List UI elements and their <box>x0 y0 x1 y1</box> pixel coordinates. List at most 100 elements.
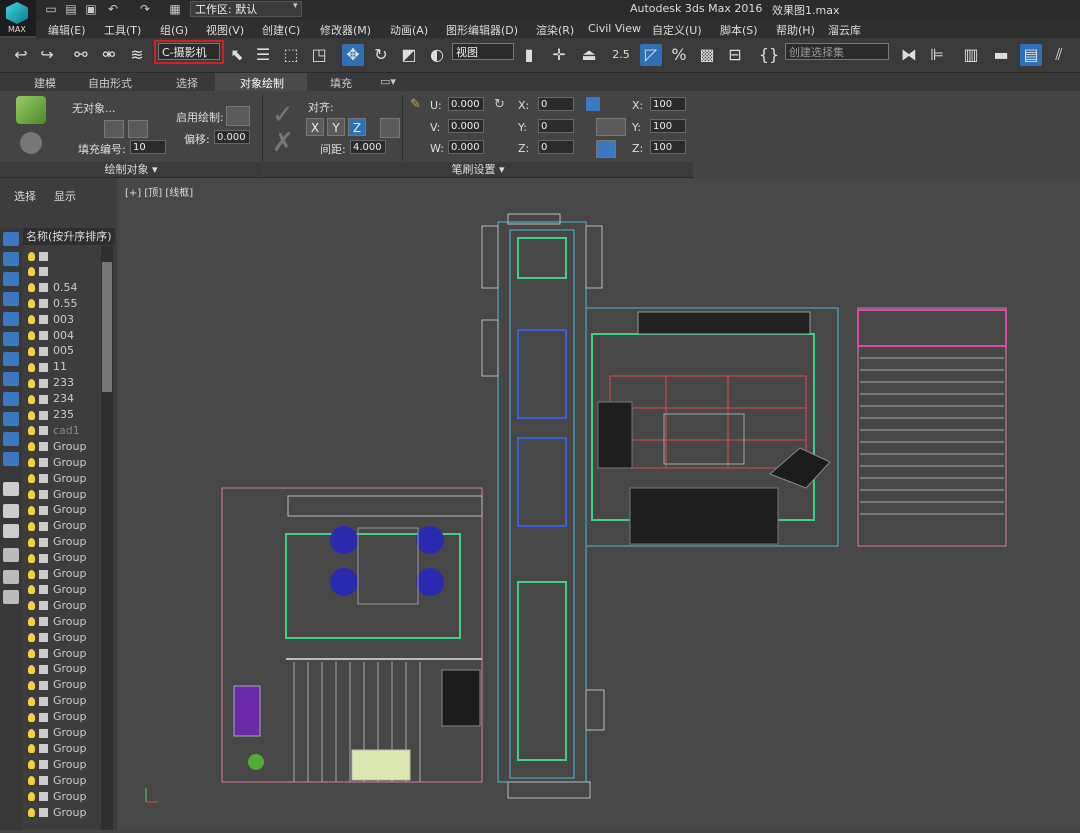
list-item[interactable]: Group <box>28 646 87 662</box>
visibility-bulb-icon[interactable] <box>28 410 35 420</box>
fill-number-field[interactable]: 10 <box>130 140 166 154</box>
visibility-bulb-icon[interactable] <box>28 362 35 372</box>
list-item[interactable]: 004 <box>28 328 74 344</box>
display-xrefs-icon[interactable] <box>3 372 19 386</box>
list-item[interactable]: Group <box>28 502 87 518</box>
menu-modifiers[interactable]: 修改器(M) <box>320 22 371 38</box>
menu-rendering[interactable]: 渲染(R) <box>536 22 574 38</box>
invert-display-icon[interactable] <box>3 524 19 538</box>
checkmark-icon[interactable]: ✓ <box>272 100 294 130</box>
list-item[interactable]: Group <box>28 487 87 503</box>
list-item[interactable] <box>28 248 53 264</box>
list-item[interactable]: 003 <box>28 312 74 328</box>
select-manipulate-icon[interactable]: ✛ <box>548 44 570 66</box>
select-object-icon[interactable]: ⬉ <box>226 44 248 66</box>
edit-named-selection-icon[interactable]: ⊟ <box>724 44 746 66</box>
list-item[interactable]: Group <box>28 661 87 677</box>
display-shapes-icon[interactable] <box>3 252 19 266</box>
list-item[interactable]: Group <box>28 614 87 630</box>
undo-icon[interactable]: ↩ <box>10 44 32 66</box>
visibility-bulb-icon[interactable] <box>28 426 35 436</box>
scale-mode-dropdown[interactable] <box>596 118 626 136</box>
menu-edit[interactable]: 编辑(E) <box>48 22 86 38</box>
list-item[interactable]: 0.55 <box>28 296 78 312</box>
object-list-icon[interactable] <box>128 120 148 138</box>
tab-modeling[interactable]: 建模 <box>34 75 56 91</box>
offset-field[interactable]: 0.000 <box>214 130 250 144</box>
scrollbar-thumb[interactable] <box>102 262 112 392</box>
menu-graph-editors[interactable]: 图形编辑器(D) <box>446 22 518 38</box>
list-item[interactable]: Group <box>28 455 87 471</box>
visibility-bulb-icon[interactable] <box>28 346 35 356</box>
redo-icon[interactable]: ↪ <box>36 44 58 66</box>
tab-object-paint[interactable]: 对象绘制 <box>240 75 284 91</box>
visibility-bulb-icon[interactable] <box>28 251 35 261</box>
paint-objects-group-label[interactable]: 绘制对象 ▾ <box>0 162 262 177</box>
visibility-bulb-icon[interactable] <box>28 505 35 515</box>
visibility-bulb-icon[interactable] <box>28 378 35 388</box>
percent-snap-icon[interactable]: % <box>668 44 690 66</box>
tab-populate[interactable]: 填充 <box>330 75 352 91</box>
tab-display[interactable]: 显示 <box>54 188 76 204</box>
visibility-bulb-icon[interactable] <box>28 537 35 547</box>
list-item[interactable]: Group <box>28 630 87 646</box>
cancel-x-icon[interactable]: ✗ <box>272 128 294 158</box>
paint-objects-icon[interactable] <box>20 132 42 154</box>
placement-icon[interactable]: ◐ <box>426 44 448 66</box>
tab-freeform[interactable]: 自由形式 <box>88 75 132 91</box>
list-item[interactable]: Group <box>28 741 87 757</box>
top-viewport[interactable] <box>118 178 1080 830</box>
save-icon[interactable]: ▣ <box>84 2 98 16</box>
list-item[interactable]: Group <box>28 773 87 789</box>
visibility-bulb-icon[interactable] <box>28 776 35 786</box>
visibility-bulb-icon[interactable] <box>28 585 35 595</box>
list-item[interactable]: Group <box>28 598 87 614</box>
redo-icon[interactable]: ↷ <box>138 2 152 16</box>
name-column-header[interactable]: 名称(按升序排序) <box>23 228 115 245</box>
visibility-bulb-icon[interactable] <box>28 458 35 468</box>
list-item[interactable]: Group <box>28 518 87 534</box>
display-cameras-icon[interactable] <box>3 292 19 306</box>
select-and-move-icon[interactable]: ✥ <box>342 44 364 66</box>
display-containers-icon[interactable] <box>3 412 19 426</box>
layer-manager-icon[interactable]: ▥ <box>960 44 982 66</box>
axis-y-button[interactable]: Y <box>327 118 345 136</box>
align-icon[interactable]: ⊫ <box>926 44 948 66</box>
spacing-field[interactable]: 4.000 <box>350 140 386 154</box>
visibility-bulb-icon[interactable] <box>28 283 35 293</box>
select-and-rotate-icon[interactable]: ↻ <box>370 44 392 66</box>
hierarchy-icon[interactable] <box>3 570 19 584</box>
list-item[interactable]: cad1 <box>28 423 80 439</box>
pivot-center-icon[interactable]: ▮ <box>518 44 540 66</box>
list-item[interactable]: 0.54 <box>28 280 78 296</box>
menu-group[interactable]: 组(G) <box>160 22 188 38</box>
rotate-y-field[interactable]: 0 <box>538 119 574 133</box>
viewport-label[interactable]: [+] [顶] [线框] <box>125 184 193 199</box>
visibility-bulb-icon[interactable] <box>28 712 35 722</box>
display-frozen-icon[interactable] <box>3 432 19 446</box>
visibility-bulb-icon[interactable] <box>28 553 35 563</box>
menu-help[interactable]: 帮助(H) <box>776 22 815 38</box>
menu-liuyun-library[interactable]: 溜云库 <box>828 22 861 38</box>
scale-z-field[interactable]: 100 <box>650 140 686 154</box>
menu-civil-view[interactable]: Civil View <box>588 22 641 35</box>
visibility-bulb-icon[interactable] <box>28 474 35 484</box>
layer-sort-icon[interactable] <box>3 590 19 604</box>
abc-selection-icon[interactable]: {} <box>758 44 780 66</box>
visibility-bulb-icon[interactable] <box>28 521 35 531</box>
list-item[interactable]: Group <box>28 566 87 582</box>
visibility-bulb-icon[interactable] <box>28 760 35 770</box>
menu-views[interactable]: 视图(V) <box>206 22 244 38</box>
rotate-z-field[interactable]: 0 <box>538 140 574 154</box>
visibility-bulb-icon[interactable] <box>28 331 35 340</box>
menu-tools[interactable]: 工具(T) <box>104 22 141 38</box>
list-item[interactable]: Group <box>28 534 87 550</box>
workspace-dropdown[interactable]: 工作区: 默认 <box>190 1 302 17</box>
axis-x-button[interactable]: X <box>306 118 324 136</box>
snap-toggle-icon[interactable]: 2.5 <box>610 44 632 66</box>
display-all-icon[interactable] <box>3 482 19 496</box>
brush-settings-group-label[interactable]: 笔刷设置 ▾ <box>263 162 693 177</box>
list-item[interactable]: 235 <box>28 407 74 423</box>
visibility-bulb-icon[interactable] <box>28 744 35 754</box>
display-lights-icon[interactable] <box>3 272 19 286</box>
